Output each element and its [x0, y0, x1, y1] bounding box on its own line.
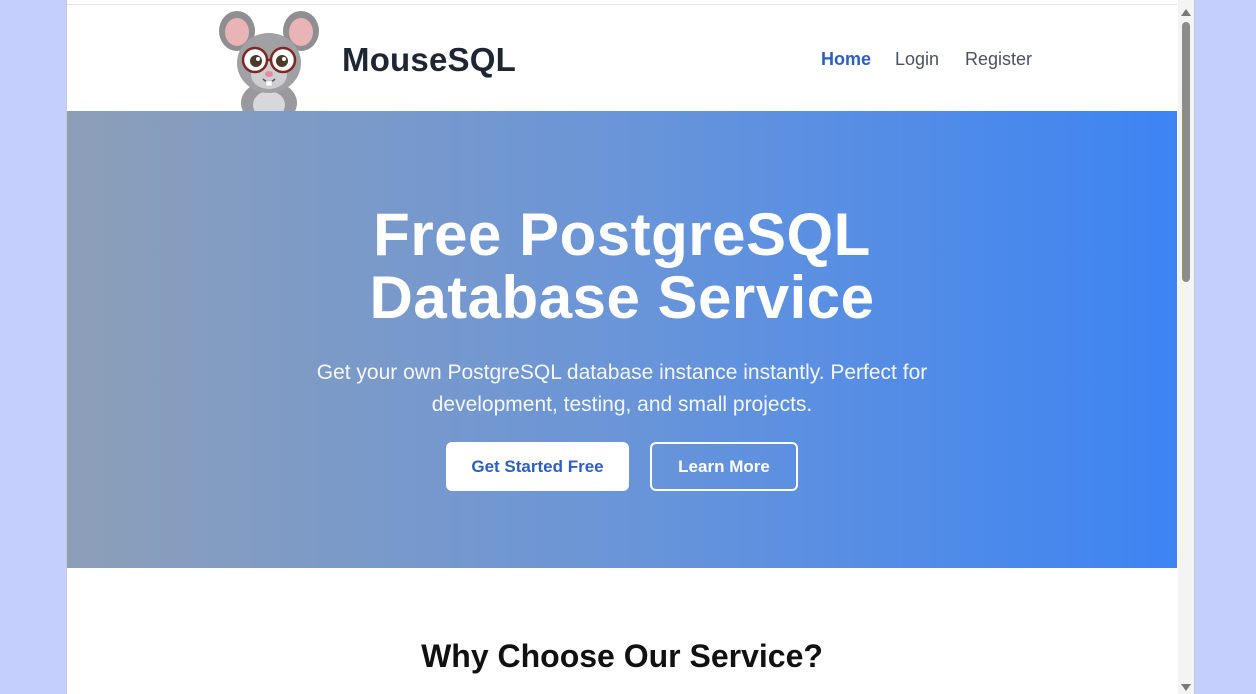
scroll-up-icon[interactable]: [1181, 9, 1191, 16]
page: MouseSQL Home Login Register Free Postgr…: [67, 5, 1177, 694]
browser-window: MouseSQL Home Login Register Free Postgr…: [66, 0, 1195, 694]
nav-register-link[interactable]: Register: [965, 49, 1032, 70]
hero-title-line1: Free PostgreSQL: [373, 201, 871, 268]
scroll-down-icon[interactable]: [1181, 684, 1191, 691]
navbar: MouseSQL Home Login Register: [67, 5, 1177, 111]
brand-name[interactable]: MouseSQL: [342, 41, 516, 79]
scrollbar-thumb[interactable]: [1182, 22, 1190, 282]
hero-section: Free PostgreSQL Database Service Get you…: [67, 111, 1177, 568]
hero-subtitle: Get your own PostgreSQL database instanc…: [316, 361, 928, 416]
hero-title-line2: Database Service: [369, 264, 875, 331]
hero-title: Free PostgreSQL Database Service: [67, 203, 1177, 329]
nav-home-link[interactable]: Home: [821, 49, 871, 70]
get-started-button[interactable]: Get Started Free: [446, 442, 629, 491]
vertical-scrollbar[interactable]: [1178, 0, 1194, 694]
features-heading: Why Choose Our Service?: [421, 638, 823, 674]
mouse-with-glasses-icon[interactable]: [217, 7, 323, 111]
nav-login-link[interactable]: Login: [895, 49, 939, 70]
learn-more-button[interactable]: Learn More: [650, 442, 798, 491]
